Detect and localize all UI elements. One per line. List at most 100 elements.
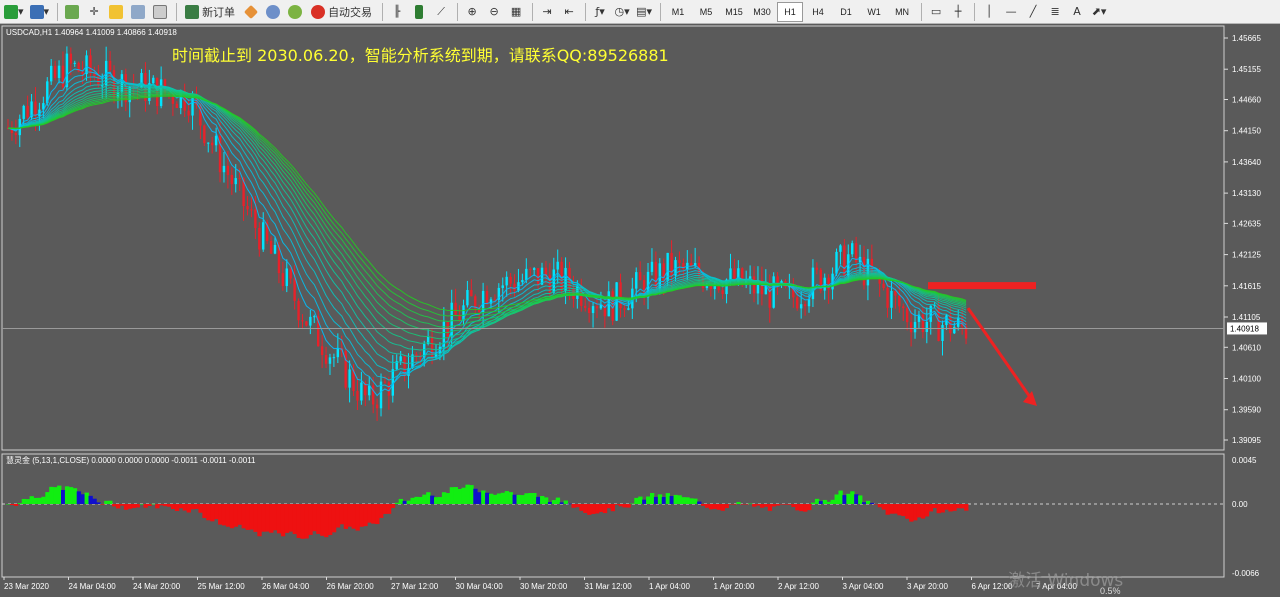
chart-canvas[interactable]: 1.45665 1.45155 1.44660 1.44150 1.43640 1.431… bbox=[0, 24, 1280, 597]
candle-body bbox=[375, 404, 379, 409]
tester-icon[interactable] bbox=[150, 2, 170, 22]
time-axis-label: 24 Mar 04:00 bbox=[69, 582, 117, 591]
globe-icon[interactable] bbox=[285, 2, 305, 22]
candle-body bbox=[313, 316, 316, 318]
indicator-bar bbox=[799, 504, 804, 512]
indicator-bar bbox=[873, 504, 879, 505]
cursor-icon[interactable]: ▭ bbox=[926, 2, 946, 22]
time-axis-label: 30 Mar 04:00 bbox=[456, 582, 504, 591]
bar-chart-icon[interactable]: ╟ bbox=[387, 2, 407, 22]
terminal-icon[interactable] bbox=[128, 2, 148, 22]
indicator-bar bbox=[135, 504, 140, 508]
timeframe-mn[interactable]: MN bbox=[889, 2, 915, 22]
indicator-bar bbox=[512, 494, 517, 504]
indicator-bar bbox=[661, 496, 667, 504]
price-axis-label: 1.44150 bbox=[1232, 127, 1261, 136]
indicators-icon[interactable]: ƒ▾ bbox=[590, 2, 610, 22]
indicator-bar bbox=[249, 504, 254, 530]
indicator-bar bbox=[728, 504, 733, 505]
indicator-bar bbox=[520, 495, 525, 504]
indicator-bar bbox=[339, 504, 345, 525]
candle-body bbox=[913, 321, 917, 333]
timeframe-m30[interactable]: M30 bbox=[749, 2, 775, 22]
indicator-bar bbox=[351, 504, 356, 529]
indicator-bar bbox=[437, 497, 443, 504]
candle-body bbox=[53, 65, 57, 78]
indicator-bar bbox=[614, 504, 619, 505]
candle-body bbox=[485, 290, 489, 304]
tile-windows-icon[interactable]: ▦ bbox=[506, 2, 526, 22]
indicator-bar bbox=[390, 504, 396, 508]
market-watch-icon[interactable] bbox=[62, 2, 82, 22]
new-chart-icon[interactable]: ▾ bbox=[2, 2, 26, 22]
ma-ribbon-line bbox=[7, 95, 967, 312]
candle-body bbox=[619, 282, 622, 309]
timeframe-h1[interactable]: H1 bbox=[777, 1, 804, 22]
timeframe-m5[interactable]: M5 bbox=[693, 2, 719, 22]
indicator-bar bbox=[685, 497, 690, 504]
candle-body bbox=[886, 288, 889, 308]
indicator-bar bbox=[202, 504, 207, 519]
indicator-bar bbox=[382, 504, 388, 514]
chart-window[interactable]: 1.45665 1.45155 1.44660 1.44150 1.43640 1.431… bbox=[0, 24, 1280, 597]
candle-body bbox=[85, 55, 88, 75]
indicator-bar bbox=[108, 500, 113, 504]
navigator-icon[interactable] bbox=[106, 2, 126, 22]
timeframe-h4[interactable]: H4 bbox=[805, 2, 831, 22]
ma-ribbon-line bbox=[7, 65, 967, 397]
auto-scroll-icon[interactable]: ⇥ bbox=[537, 2, 557, 22]
indicator-bar bbox=[547, 502, 553, 504]
indicator-bar bbox=[803, 504, 808, 512]
candle-body bbox=[293, 278, 296, 301]
periods-icon[interactable]: ◷▾ bbox=[612, 2, 632, 22]
indicator-bar bbox=[426, 492, 431, 504]
separator bbox=[457, 2, 459, 21]
crosshair-icon[interactable]: ✛ bbox=[84, 2, 104, 22]
time-axis-label: 26 Mar 20:00 bbox=[327, 582, 375, 591]
candle-body bbox=[721, 290, 724, 295]
crosshair-tool-icon[interactable]: ┼ bbox=[948, 2, 968, 22]
indicator-bar bbox=[143, 504, 148, 508]
candle-body bbox=[509, 276, 512, 284]
vertical-line-icon[interactable]: │ bbox=[979, 2, 999, 22]
templates-icon[interactable]: ▤▾ bbox=[634, 2, 654, 22]
indicator-bar bbox=[178, 504, 184, 509]
timeframe-w1[interactable]: W1 bbox=[861, 2, 887, 22]
new-order-button[interactable]: 新订单 bbox=[181, 2, 239, 22]
line-chart-icon[interactable]: ⟋ bbox=[431, 2, 451, 22]
price-axis-label: 1.43640 bbox=[1232, 158, 1261, 167]
timeframe-m1[interactable]: M1 bbox=[665, 2, 691, 22]
indicator-bar bbox=[575, 504, 580, 508]
toolbar: ▾ ▾ ✛ 新订单 自动交易 ╟ ⟋ ⊕ ⊖ ▦ ⇥ ⇤ ƒ▾ ◷▾ ▤▾ M1… bbox=[0, 0, 1280, 24]
timeframe-m15[interactable]: M15 bbox=[721, 2, 747, 22]
indicator-bar bbox=[708, 504, 714, 510]
chart-shift-icon[interactable]: ⇤ bbox=[559, 2, 579, 22]
time-axis-label: 24 Mar 20:00 bbox=[133, 582, 181, 591]
horizontal-line-icon[interactable]: — bbox=[1001, 2, 1021, 22]
text-icon[interactable]: A bbox=[1067, 2, 1087, 22]
candle-body bbox=[26, 105, 29, 118]
timeframe-d1[interactable]: D1 bbox=[833, 2, 859, 22]
community-icon[interactable] bbox=[263, 2, 283, 22]
indicator-bar bbox=[630, 503, 635, 505]
candle-body bbox=[635, 272, 638, 289]
fibonacci-icon[interactable]: ≣ bbox=[1045, 2, 1065, 22]
indicator-bar bbox=[626, 504, 631, 508]
indicator-bar bbox=[732, 504, 737, 505]
separator bbox=[57, 2, 59, 21]
profiles-icon[interactable]: ▾ bbox=[28, 2, 52, 22]
trendline-icon[interactable]: ╱ bbox=[1023, 2, 1043, 22]
candle-body bbox=[226, 165, 230, 175]
meta-editor-icon[interactable] bbox=[241, 2, 261, 22]
indicator-bar bbox=[190, 504, 195, 510]
candle-body bbox=[678, 260, 681, 263]
zoom-in-icon[interactable]: ⊕ bbox=[462, 2, 482, 22]
time-axis-label: 3 Apr 04:00 bbox=[843, 582, 884, 591]
zoom-out-icon[interactable]: ⊖ bbox=[484, 2, 504, 22]
indicator-bar bbox=[123, 504, 129, 510]
auto-trade-button[interactable]: 自动交易 bbox=[307, 2, 376, 22]
indicator-axis-label: 0.00 bbox=[1232, 500, 1248, 509]
candlestick-icon[interactable] bbox=[409, 2, 429, 22]
arrow-icon[interactable]: ⬈▾ bbox=[1089, 2, 1109, 22]
candle-body bbox=[839, 245, 842, 252]
